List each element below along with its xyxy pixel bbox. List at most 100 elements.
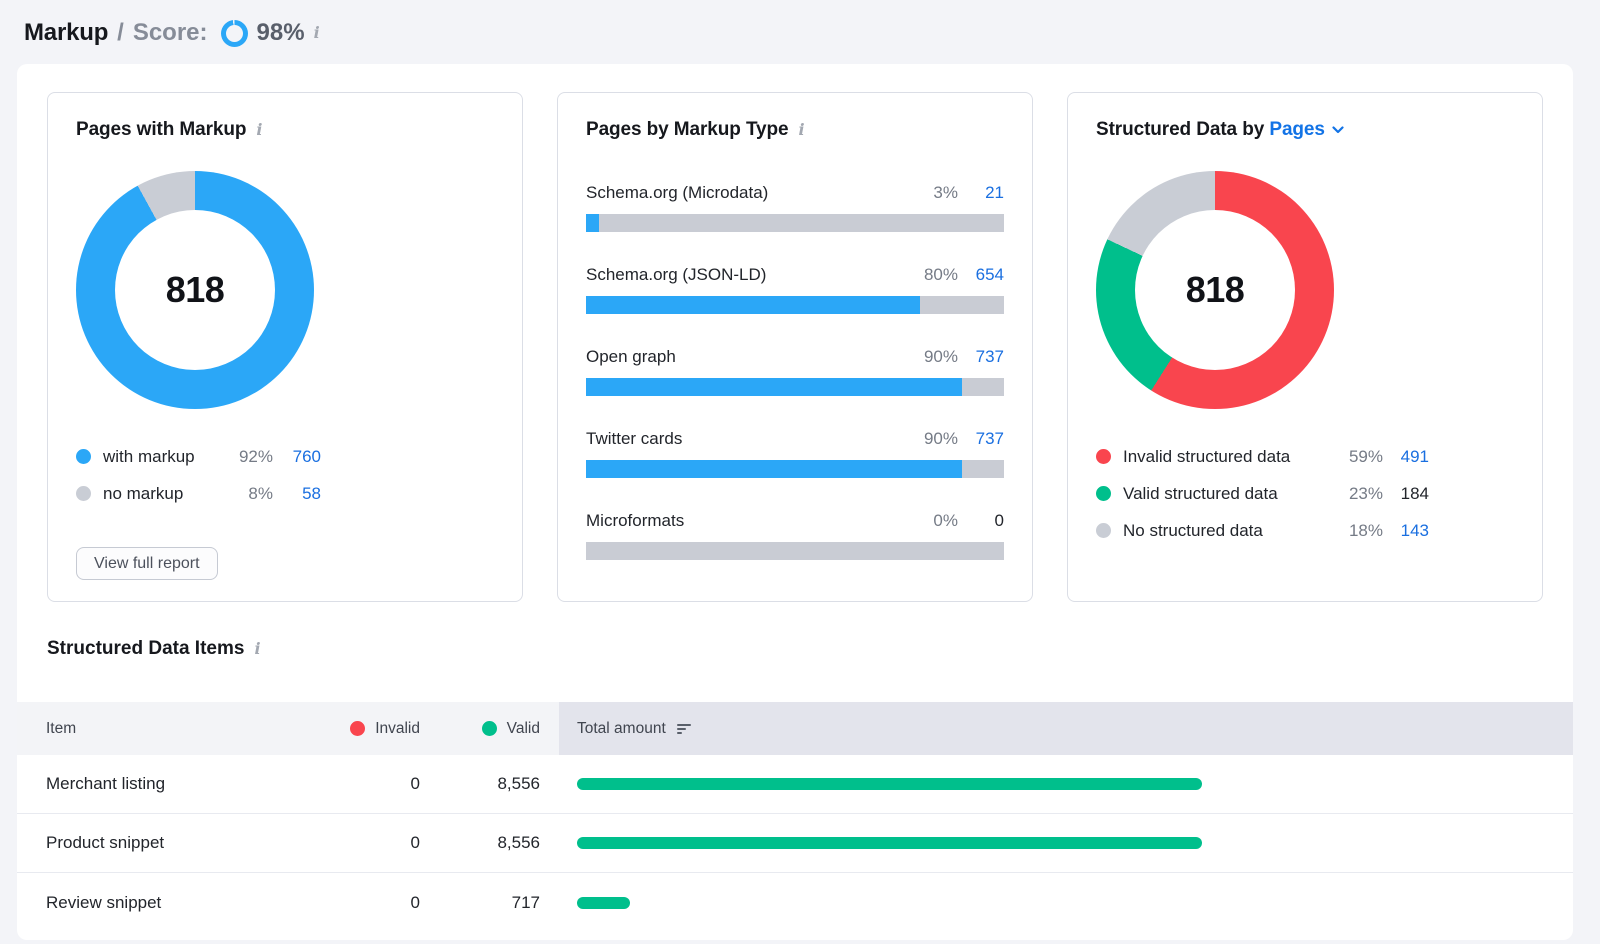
markup-type-list: Schema.org (Microdata) 3% 21 Schema.org … <box>586 181 1004 560</box>
table-header-row: Item Invalid Valid Total amount <box>17 702 1573 755</box>
section-title: Structured Data Items <box>47 638 244 660</box>
markup-type-row: Schema.org (Microdata) 3% 21 <box>586 181 1004 232</box>
card-title-row: Structured Data by Pages <box>1096 119 1514 141</box>
amount-bar <box>577 897 630 909</box>
card-title: Pages by Markup Type <box>586 119 789 141</box>
amount-bar-track <box>577 897 1202 909</box>
invalid-count: 0 <box>347 833 420 853</box>
markup-type-value-link[interactable]: 737 <box>968 427 1004 451</box>
score-ring-icon <box>221 20 248 47</box>
invalid-count: 0 <box>347 893 420 913</box>
table-row: Product snippet 0 8,556 <box>17 814 1573 873</box>
card-title-row: Pages by Markup Type <box>586 119 1004 141</box>
amount-bar-track <box>577 837 1202 849</box>
markup-type-value-link[interactable]: 737 <box>968 345 1004 369</box>
info-icon[interactable] <box>256 122 262 138</box>
markup-type-label: Schema.org (JSON-LD) <box>586 263 924 287</box>
table-row: Review snippet 0 717 <box>17 873 1573 932</box>
amount-bar <box>577 837 1202 849</box>
amount-bar <box>577 778 1202 790</box>
markup-type-label: Schema.org (Microdata) <box>586 181 933 205</box>
column-header-invalid[interactable]: Invalid <box>347 720 420 738</box>
progress-bar-fill <box>586 460 962 478</box>
info-icon[interactable] <box>314 25 320 41</box>
sort-descending-icon[interactable] <box>677 724 691 734</box>
progress-bar-track <box>586 460 1004 478</box>
column-header-item[interactable]: Item <box>17 720 347 738</box>
structured-data-items-header: Structured Data Items <box>17 638 1573 660</box>
invalid-dot-icon <box>1096 449 1111 464</box>
page-title: Markup <box>24 19 108 47</box>
info-icon[interactable] <box>254 641 260 657</box>
progress-bar-fill <box>586 378 962 396</box>
progress-bar-fill <box>586 296 920 314</box>
markup-type-percent: 0% <box>933 509 958 533</box>
markup-type-percent: 90% <box>924 345 958 369</box>
legend-percent: 18% <box>1333 521 1383 541</box>
legend-label: with markup <box>103 447 223 467</box>
pages-with-markup-card: Pages with Markup 818 with markup 92% 76… <box>47 92 523 602</box>
legend-percent: 92% <box>223 447 273 467</box>
chevron-down-icon <box>1332 126 1344 134</box>
score-value: 98% <box>257 19 305 47</box>
no-markup-dot-icon <box>76 486 91 501</box>
markup-type-value-link[interactable]: 654 <box>968 263 1004 287</box>
donut-center: 818 <box>115 210 275 370</box>
legend-label: Invalid structured data <box>1123 447 1333 467</box>
pages-with-markup-donut-chart[interactable]: 818 <box>76 171 314 409</box>
pages-dropdown[interactable]: Pages <box>1269 119 1343 141</box>
legend-percent: 23% <box>1333 484 1383 504</box>
legend-item: No structured data 18% 143 <box>1096 519 1514 542</box>
structured-data-donut-chart[interactable]: 818 <box>1096 171 1334 409</box>
markup-type-percent: 80% <box>924 263 958 287</box>
markup-type-row: Schema.org (JSON-LD) 80% 654 <box>586 263 1004 314</box>
legend-value-link[interactable]: 58 <box>273 484 321 504</box>
column-header-total-amount[interactable]: Total amount <box>559 702 1573 755</box>
markup-type-value: 0 <box>968 509 1004 533</box>
progress-bar-track <box>586 214 1004 232</box>
amount-bar-track <box>577 778 1202 790</box>
markup-type-row: Microformats 0% 0 <box>586 509 1004 560</box>
donut-center: 818 <box>1135 210 1295 370</box>
legend-value-link[interactable]: 491 <box>1383 447 1429 467</box>
legend-item: no markup 8% 58 <box>76 482 494 505</box>
column-header-valid[interactable]: Valid <box>420 720 559 738</box>
legend-item: Valid structured data 23% 184 <box>1096 482 1514 505</box>
info-icon[interactable] <box>799 122 805 138</box>
legend-value: 184 <box>1383 484 1429 504</box>
valid-count: 717 <box>420 893 559 913</box>
view-full-report-button[interactable]: View full report <box>76 547 218 580</box>
item-name: Merchant listing <box>17 774 347 794</box>
markup-type-row: Open graph 90% 737 <box>586 345 1004 396</box>
valid-count: 8,556 <box>420 833 559 853</box>
invalid-dot-icon <box>350 721 365 736</box>
card-title: Structured Data by Pages <box>1096 119 1344 141</box>
legend-item: with markup 92% 760 <box>76 445 494 468</box>
progress-bar-track <box>586 296 1004 314</box>
page-header: Markup / Score: 98% <box>0 0 1600 64</box>
markup-type-label: Open graph <box>586 345 924 369</box>
markup-type-row: Twitter cards 90% 737 <box>586 427 1004 478</box>
pages-with-markup-legend: with markup 92% 760 no markup 8% 58 <box>76 445 494 505</box>
pages-by-markup-type-card: Pages by Markup Type Schema.org (Microda… <box>557 92 1033 602</box>
markup-type-value-link[interactable]: 21 <box>968 181 1004 205</box>
score-label: Score: <box>133 19 208 47</box>
markup-type-percent: 90% <box>924 427 958 451</box>
progress-bar-track <box>586 378 1004 396</box>
legend-value-link[interactable]: 760 <box>273 447 321 467</box>
progress-bar-track <box>586 542 1004 560</box>
invalid-count: 0 <box>347 774 420 794</box>
no-structured-data-dot-icon <box>1096 523 1111 538</box>
legend-percent: 8% <box>223 484 273 504</box>
markup-type-label: Microformats <box>586 509 933 533</box>
legend-percent: 59% <box>1333 447 1383 467</box>
card-title: Pages with Markup <box>76 119 246 141</box>
item-name: Review snippet <box>17 893 347 913</box>
card-title-row: Pages with Markup <box>76 119 494 141</box>
structured-data-by-pages-card: Structured Data by Pages 818 Invalid str… <box>1067 92 1543 602</box>
legend-value-link[interactable]: 143 <box>1383 521 1429 541</box>
structured-data-legend: Invalid structured data 59% 491 Valid st… <box>1096 445 1514 542</box>
item-name: Product snippet <box>17 833 347 853</box>
donut-total-value: 818 <box>1186 269 1245 311</box>
donut-total-value: 818 <box>166 269 225 311</box>
